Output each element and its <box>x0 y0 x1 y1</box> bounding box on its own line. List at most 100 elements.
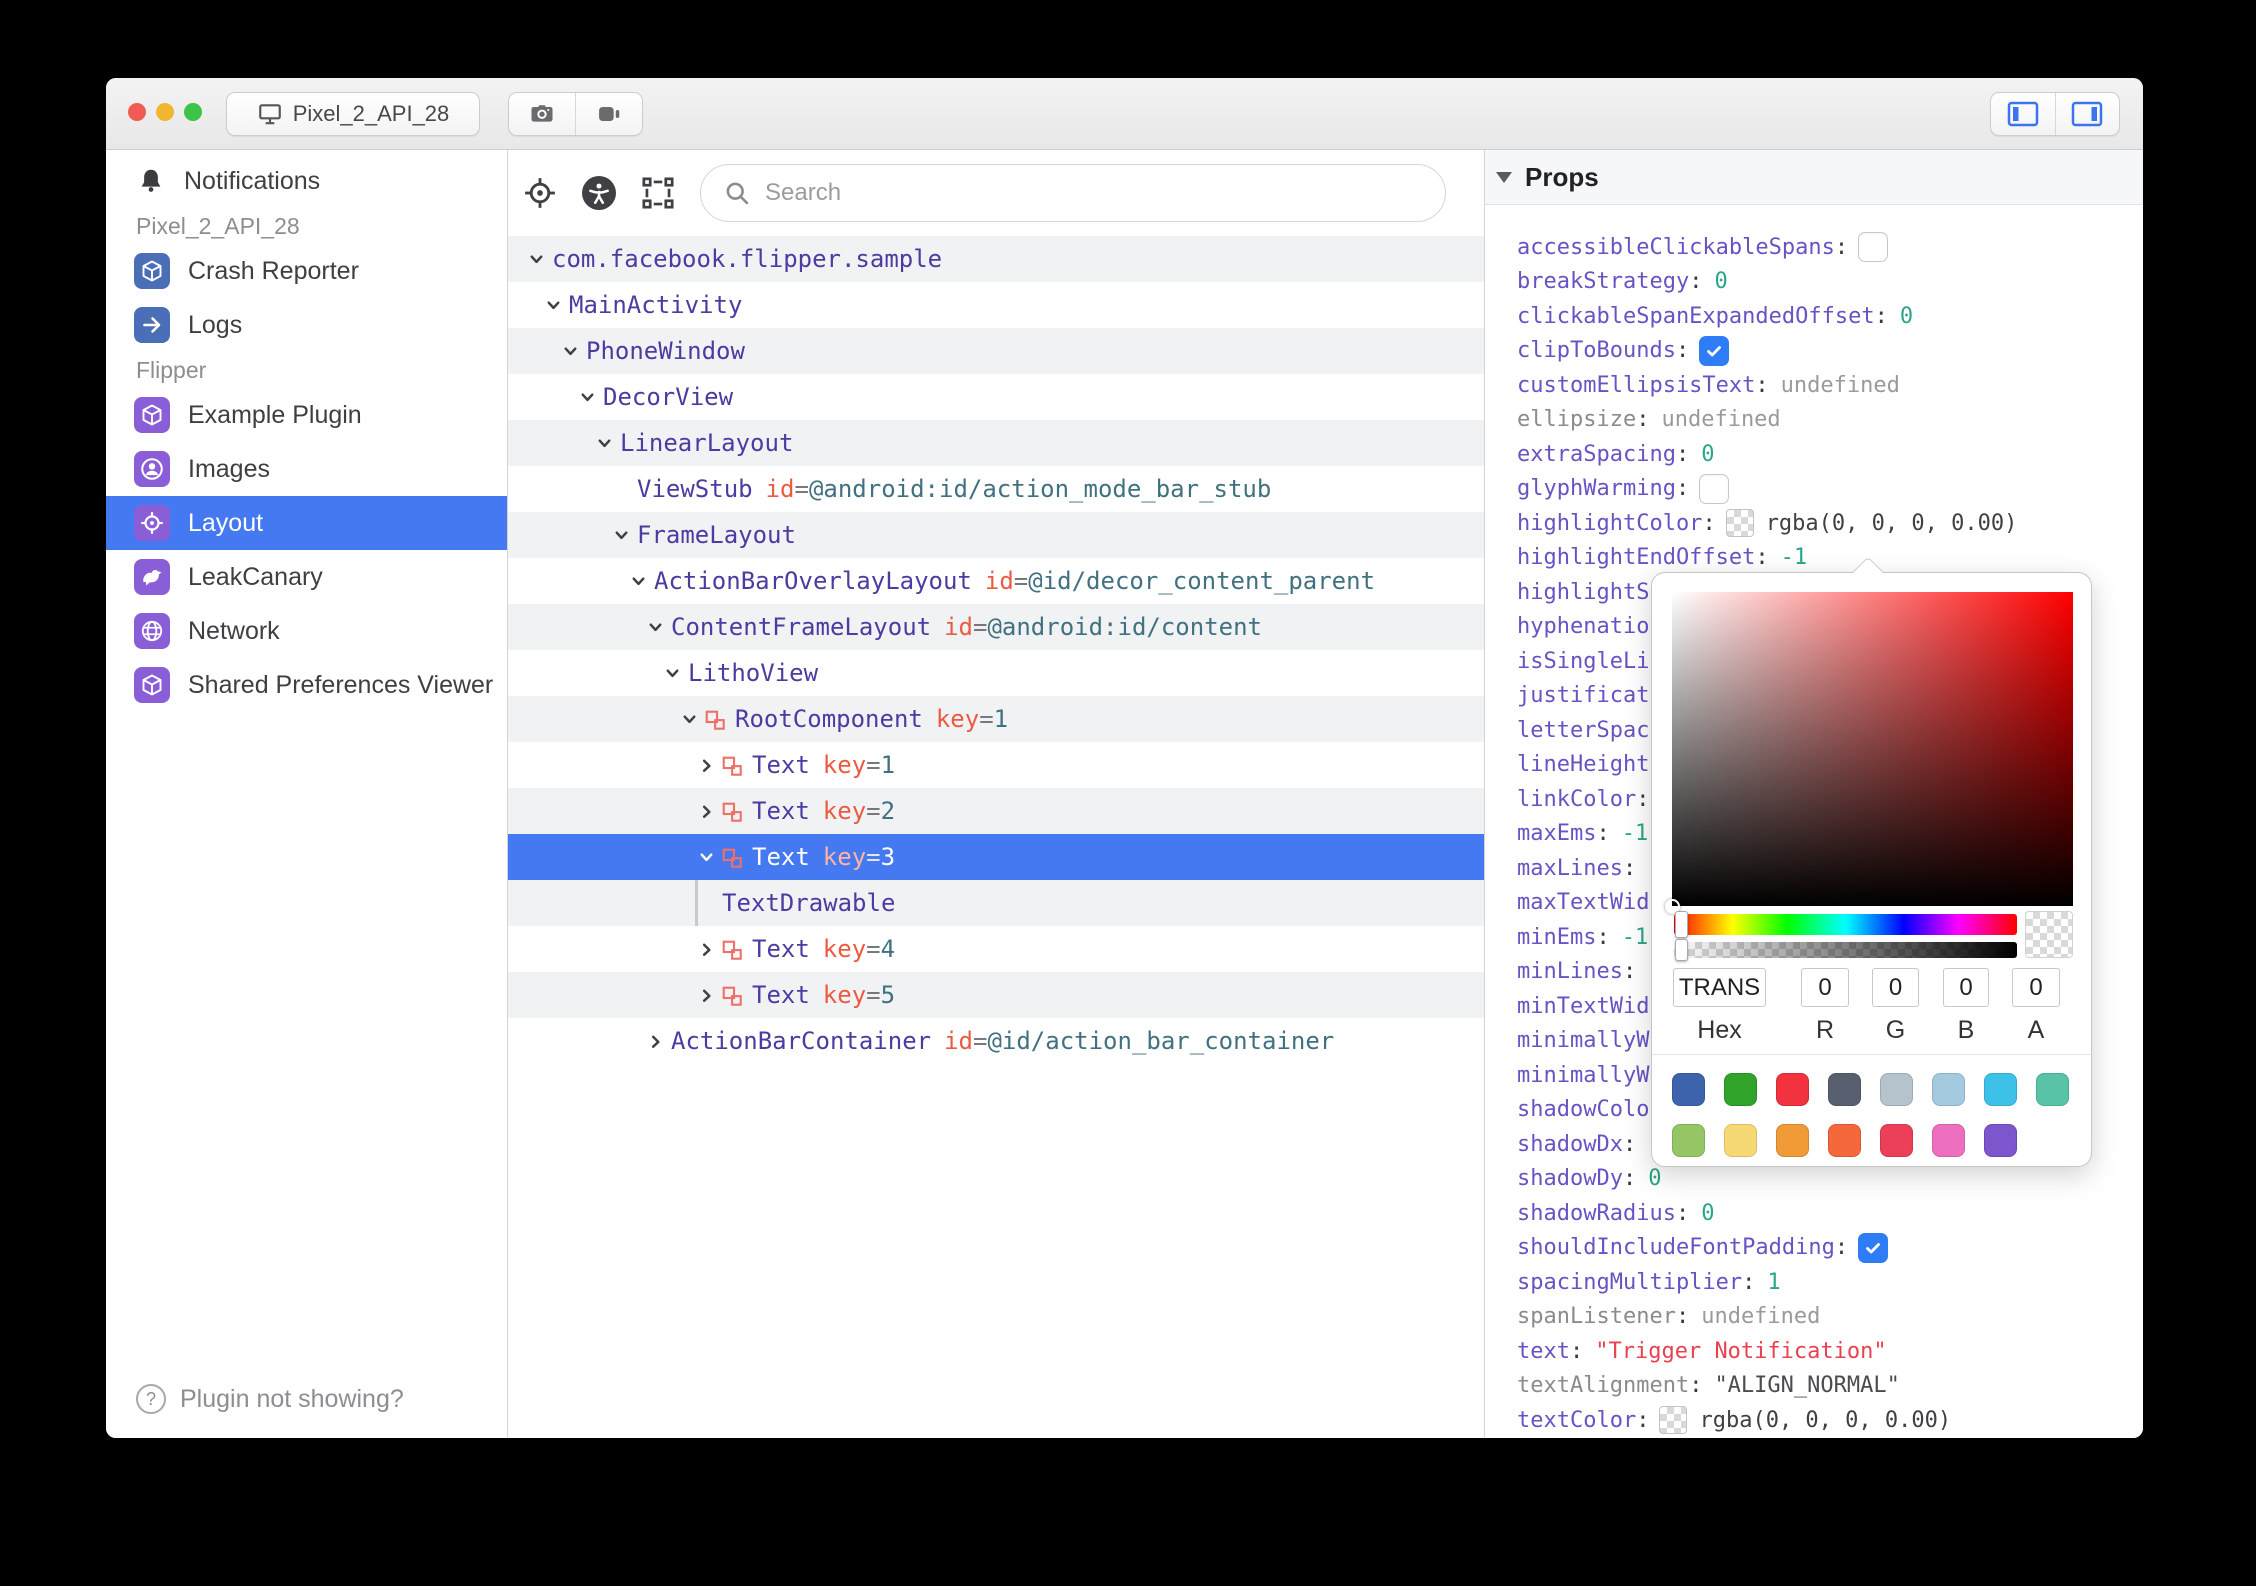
preset-swatch[interactable] <box>1932 1124 1965 1157</box>
chevron-down-icon[interactable] <box>661 662 683 684</box>
color-swatch[interactable] <box>1659 1406 1688 1435</box>
checkbox-checked[interactable] <box>1858 1232 1889 1263</box>
sidebar-item-network[interactable]: Network <box>106 604 507 658</box>
preset-swatch[interactable] <box>1776 1073 1809 1106</box>
preset-swatch[interactable] <box>1932 1073 1965 1106</box>
prop-value[interactable]: -1 <box>1781 545 1808 570</box>
chevron-down-icon[interactable] <box>559 340 581 362</box>
preset-swatch[interactable] <box>1828 1124 1861 1157</box>
tree-row-rootcomponent[interactable]: RootComponent key=1 <box>508 696 1484 742</box>
saturation-area[interactable] <box>1665 592 2073 914</box>
plugin-help-link[interactable]: ? Plugin not showing? <box>136 1384 404 1414</box>
tree-row-lithoview[interactable]: LithoView <box>508 650 1484 696</box>
props-header[interactable]: Props <box>1485 150 2143 205</box>
prop-value[interactable]: 0 <box>1714 269 1727 294</box>
alpha-input[interactable] <box>2012 968 2060 1007</box>
preset-swatch[interactable] <box>1828 1073 1861 1106</box>
tree-row-contentframelayout[interactable]: ContentFrameLayout id=@android:id/content <box>508 604 1484 650</box>
tree-row-text[interactable]: Text key=5 <box>508 972 1484 1018</box>
prop-value[interactable]: -1 <box>1622 925 1649 950</box>
sidebar-item-shared-preferences-viewer[interactable]: Shared Preferences Viewer <box>106 658 507 712</box>
select-element-icon[interactable] <box>640 175 676 211</box>
hue-slider[interactable] <box>1674 911 2017 938</box>
tree-row-decorview[interactable]: DecorView <box>508 374 1484 420</box>
prop-value[interactable]: 1 <box>1767 1270 1780 1295</box>
prop-value[interactable]: 0 <box>1648 1166 1661 1191</box>
preset-swatch[interactable] <box>1724 1073 1757 1106</box>
preset-swatch[interactable] <box>1776 1124 1809 1157</box>
sidebar-item-layout[interactable]: Layout <box>106 496 507 550</box>
prop-value[interactable]: "ALIGN_NORMAL" <box>1714 1373 1899 1398</box>
tree-row-text[interactable]: Text key=1 <box>508 742 1484 788</box>
prop-value[interactable]: undefined <box>1661 407 1780 432</box>
tree-row-framelayout[interactable]: FrameLayout <box>508 512 1484 558</box>
prop-value[interactable]: -1 <box>1622 821 1649 846</box>
chevron-right-icon[interactable] <box>695 800 717 822</box>
prop-value[interactable]: 0 <box>1701 442 1714 467</box>
sidebar-item-leakcanary[interactable]: LeakCanary <box>106 550 507 604</box>
chevron-down-icon[interactable] <box>576 386 598 408</box>
chevron-down-icon[interactable] <box>695 846 717 868</box>
sidebar-item-notifications[interactable]: Notifications <box>106 154 507 208</box>
screen-record-button[interactable] <box>575 93 642 135</box>
tree-row-mainactivity[interactable]: MainActivity <box>508 282 1484 328</box>
preset-swatch[interactable] <box>1672 1073 1705 1106</box>
tree-row-text[interactable]: Text key=4 <box>508 926 1484 972</box>
sidebar-item-crash-reporter[interactable]: Crash Reporter <box>106 244 507 298</box>
tree-row-linearlayout[interactable]: LinearLayout <box>508 420 1484 466</box>
checkbox-unchecked[interactable] <box>1699 473 1730 504</box>
chevron-down-icon[interactable] <box>542 294 564 316</box>
prop-value[interactable]: 0 <box>1701 1201 1714 1226</box>
close-button[interactable] <box>128 103 146 121</box>
prop-value[interactable]: undefined <box>1701 1304 1820 1329</box>
hex-input[interactable] <box>1673 968 1766 1007</box>
chevron-right-icon[interactable] <box>695 984 717 1006</box>
preset-swatch[interactable] <box>1984 1073 2017 1106</box>
chevron-down-icon[interactable] <box>593 432 615 454</box>
sidebar-item-images[interactable]: Images <box>106 442 507 496</box>
chevron-down-icon[interactable] <box>627 570 649 592</box>
alpha-handle[interactable] <box>1675 939 1688 961</box>
alpha-slider[interactable] <box>1674 939 2017 961</box>
chevron-down-icon[interactable] <box>644 616 666 638</box>
accessibility-mode-icon[interactable] <box>582 176 616 210</box>
screenshot-button[interactable] <box>509 93 575 135</box>
device-selector-button[interactable]: Pixel_2_API_28 <box>226 92 480 136</box>
tree-row-viewstub[interactable]: ViewStub id=@android:id/action_mode_bar_s… <box>508 466 1484 512</box>
tree-row-text[interactable]: Text key=2 <box>508 788 1484 834</box>
tree-row-phonewindow[interactable]: PhoneWindow <box>508 328 1484 374</box>
sidebar-item-example-plugin[interactable]: Example Plugin <box>106 388 507 442</box>
chevron-down-icon[interactable] <box>525 248 547 270</box>
toggle-right-sidebar-button[interactable] <box>2054 93 2120 135</box>
hue-handle[interactable] <box>1675 911 1688 938</box>
sidebar-item-logs[interactable]: Logs <box>106 298 507 352</box>
checkbox-checked[interactable] <box>1699 335 1730 366</box>
tree-row-actionbarcontainer[interactable]: ActionBarContainer id=@id/action_bar_cont… <box>508 1018 1484 1064</box>
preset-swatch[interactable] <box>1880 1124 1913 1157</box>
color-swatch[interactable] <box>1725 509 1754 538</box>
prop-value[interactable]: 0 <box>1900 304 1913 329</box>
zoom-button[interactable] <box>184 103 202 121</box>
target-mode-icon[interactable] <box>522 175 558 211</box>
search-input[interactable] <box>765 179 1423 207</box>
green-input[interactable] <box>1872 968 1919 1007</box>
preset-swatch[interactable] <box>1984 1124 2017 1157</box>
tree-row-com-facebook-flipper-sample[interactable]: com.facebook.flipper.sample <box>508 236 1484 282</box>
red-input[interactable] <box>1801 968 1849 1007</box>
tree-row-actionbaroverlaylayout[interactable]: ActionBarOverlayLayout id=@id/decor_conte… <box>508 558 1484 604</box>
chevron-right-icon[interactable] <box>695 938 717 960</box>
prop-value[interactable]: "Trigger Notification" <box>1595 1339 1886 1364</box>
preset-swatch[interactable] <box>1880 1073 1913 1106</box>
prop-value[interactable]: undefined <box>1781 373 1900 398</box>
chevron-right-icon[interactable] <box>644 1030 666 1052</box>
chevron-right-icon[interactable] <box>695 754 717 776</box>
tree-row-text[interactable]: Text key=3 <box>508 834 1484 880</box>
preset-swatch[interactable] <box>1724 1124 1757 1157</box>
tree-row-textdrawable[interactable]: TextDrawable <box>508 880 1484 926</box>
toggle-left-sidebar-button[interactable] <box>1991 93 2055 135</box>
blue-input[interactable] <box>1943 968 1989 1007</box>
checkbox-unchecked[interactable] <box>1858 232 1889 263</box>
preset-swatch[interactable] <box>2036 1073 2069 1106</box>
minimize-button[interactable] <box>156 103 174 121</box>
chevron-down-icon[interactable] <box>610 524 632 546</box>
